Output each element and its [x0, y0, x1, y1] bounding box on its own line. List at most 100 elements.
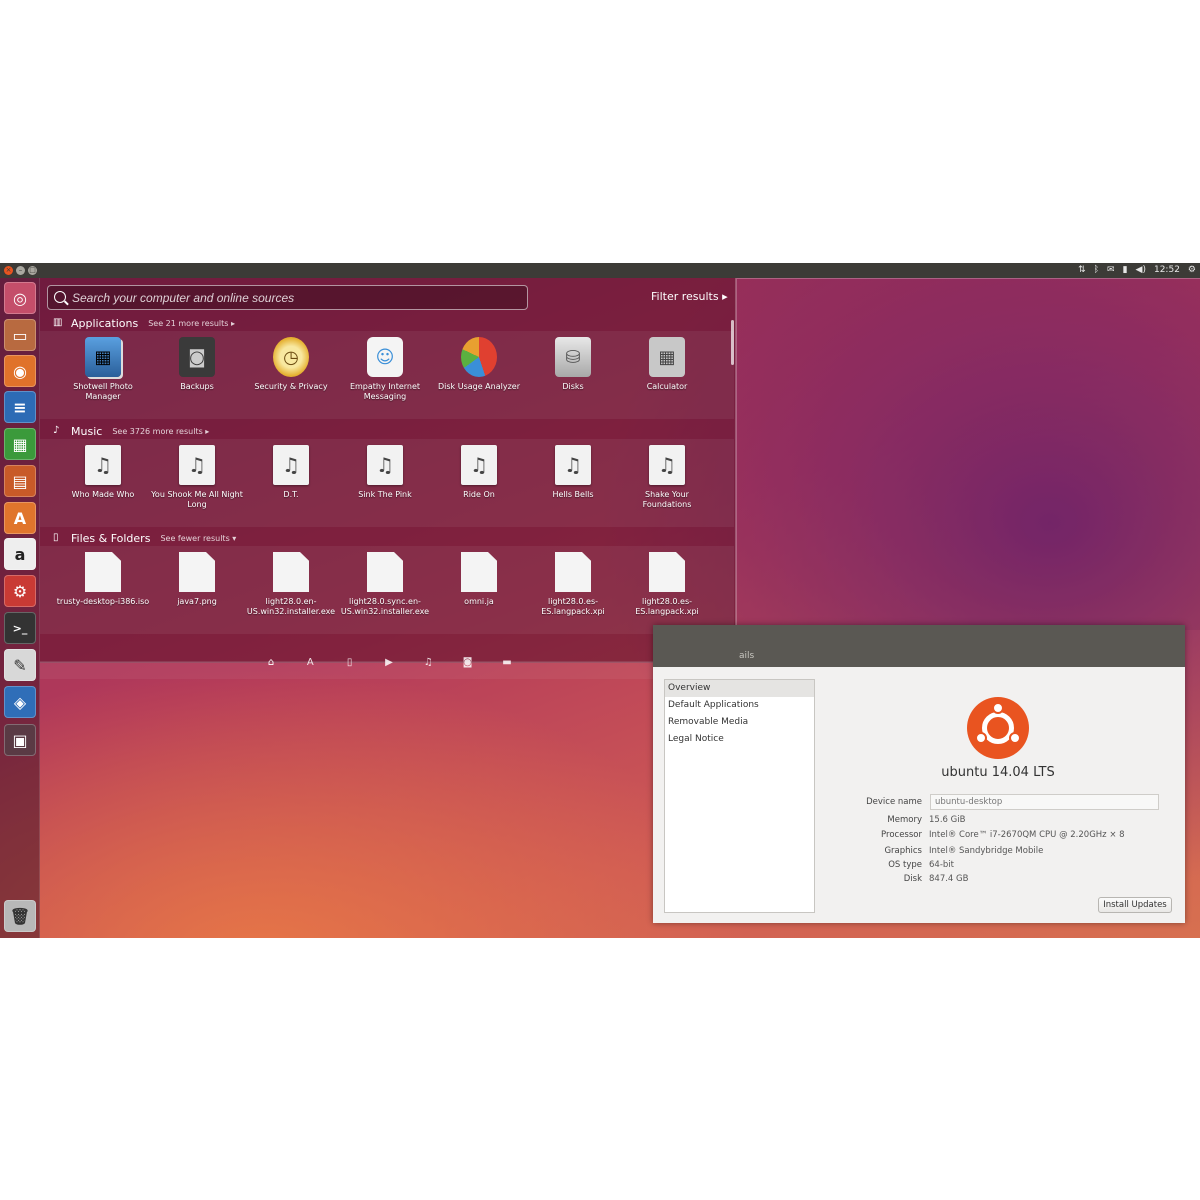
amazon-icon[interactable]: a	[4, 538, 36, 570]
system-settings-icon[interactable]: ⚙	[4, 575, 36, 607]
terminal-icon[interactable]: >_	[4, 612, 36, 644]
category-applications: ▥ Applications See 21 more results ▸ ▦ S…	[40, 315, 734, 419]
result-tile[interactable]: ♫ Shake Your Foundations	[620, 445, 714, 525]
trash-icon[interactable]: 🗑	[4, 900, 36, 932]
device-name-field[interactable]: ubuntu-desktop	[930, 794, 1159, 810]
maximize-icon[interactable]: □	[28, 266, 37, 275]
result-tile[interactable]: ♫ Who Made Who	[56, 445, 150, 525]
result-tile[interactable]: ☺ Empathy Internet Messaging	[338, 337, 432, 417]
device-name-label: Device name	[866, 797, 922, 807]
text-editor-icon[interactable]: ✎	[4, 649, 36, 681]
search-input[interactable]	[72, 290, 512, 306]
background-window	[736, 278, 1200, 630]
music-file-icon: ♫	[367, 445, 403, 485]
music-file-icon: ♫	[179, 445, 215, 485]
clock[interactable]: 12:52	[1154, 264, 1180, 277]
logo-dot	[975, 732, 987, 744]
sidebar-item-legal-notice[interactable]: Legal Notice	[665, 731, 814, 748]
result-tile[interactable]: Disk Usage Analyzer	[432, 337, 526, 417]
category-title: Files & Folders	[71, 531, 151, 545]
category-title: Applications	[71, 316, 139, 330]
top-panel: × – □ ⇅ ᛒ ✉ ▮ ◀) 12:52 ⚙	[0, 263, 1200, 278]
see-fewer-link[interactable]: See fewer results ▾	[160, 534, 236, 543]
result-tile[interactable]: light28.0.es-ES.langpack.xpi	[526, 552, 620, 632]
see-more-link[interactable]: See 3726 more results ▸	[112, 427, 209, 436]
chevron-right-icon: ▸	[722, 290, 728, 303]
minimize-icon[interactable]: –	[16, 266, 25, 275]
result-tile[interactable]: ▦ Shotwell Photo Manager	[56, 337, 150, 417]
home-lens-icon[interactable]: ⌂	[264, 656, 278, 670]
software-center-icon[interactable]: A	[4, 502, 36, 534]
tile-label: Shotwell Photo Manager	[73, 382, 133, 401]
window-title: ails	[739, 651, 755, 661]
see-more-link[interactable]: See 21 more results ▸	[148, 319, 235, 328]
logo-dot	[1009, 732, 1021, 744]
sidebar-item-default-applications[interactable]: Default Applications	[665, 697, 814, 714]
result-tile[interactable]: light28.0.en-US.win32.installer.exe	[244, 552, 338, 632]
network-icon[interactable]: ⇅	[1078, 264, 1086, 277]
filter-results-button[interactable]: Filter results ▸	[651, 290, 728, 303]
music-file-icon: ♫	[649, 445, 685, 485]
filter-results-label: Filter results	[651, 290, 719, 303]
file-icon	[367, 552, 403, 592]
gear-icon[interactable]: ⚙	[1188, 264, 1196, 277]
mail-icon[interactable]: ✉	[1107, 264, 1115, 277]
result-tile[interactable]: ◙ Backups	[150, 337, 244, 417]
result-tile[interactable]: ◷ Security & Privacy	[244, 337, 338, 417]
result-tile[interactable]: trusty-desktop-i386.iso	[56, 552, 150, 632]
tile-label: Shake Your Foundations	[642, 490, 692, 509]
result-tile[interactable]: ♫ Sink The Pink	[338, 445, 432, 525]
photos-lens-icon[interactable]: ◙	[461, 656, 475, 670]
bluetooth-icon[interactable]: ᛒ	[1094, 264, 1099, 277]
files-category-icon: ▯	[53, 532, 59, 543]
volume-icon[interactable]: ◀)	[1136, 264, 1146, 277]
result-tile[interactable]: ♫ Ride On	[432, 445, 526, 525]
writer-icon[interactable]: ≡	[4, 391, 36, 423]
dash-home-icon[interactable]: ◎	[4, 282, 36, 314]
impress-icon[interactable]: ▤	[4, 465, 36, 497]
desktop: × – □ ⇅ ᛒ ✉ ▮ ◀) 12:52 ⚙ ◎ ▭ ◉ ≡ ▦ ▤ A a…	[0, 263, 1200, 938]
workspace-switcher-icon[interactable]: ▣	[4, 724, 36, 756]
disks-icon: ⛁	[555, 337, 591, 377]
social-lens-icon[interactable]: ▬	[500, 656, 514, 670]
install-updates-button[interactable]: Install Updates	[1098, 897, 1172, 913]
firefox-icon[interactable]: ◉	[4, 355, 36, 387]
category-files: ▯ Files & Folders See fewer results ▾ tr…	[40, 530, 734, 634]
result-tile[interactable]: light28.0.sync.en-US.win32.installer.exe	[338, 552, 432, 632]
category-header: ▯ Files & Folders See fewer results ▾	[53, 530, 236, 546]
os-type-value: 64-bit	[929, 860, 954, 870]
details-sidebar: Overview Default Applications Removable …	[664, 679, 815, 913]
search-box[interactable]	[47, 285, 528, 310]
video-lens-icon[interactable]: ▶	[382, 656, 396, 670]
result-tile[interactable]: ♫ D.T.	[244, 445, 338, 525]
calc-icon[interactable]: ▦	[4, 428, 36, 460]
window-titlebar[interactable]: ails	[653, 625, 1185, 667]
tile-label: Sink The Pink	[358, 490, 412, 499]
result-tile[interactable]: ⛁ Disks	[526, 337, 620, 417]
result-tile[interactable]: light28.0.es-ES.langpack.xpi	[620, 552, 714, 632]
result-tile[interactable]: omni.ja	[432, 552, 526, 632]
music-file-icon: ♫	[461, 445, 497, 485]
tile-label: Who Made Who	[71, 490, 135, 499]
result-tile[interactable]: ♫ Hells Bells	[526, 445, 620, 525]
result-tile[interactable]: ▦ Calculator	[620, 337, 714, 417]
result-tile[interactable]: ♫ You Shook Me All Night Long	[150, 445, 244, 525]
result-tile[interactable]: java7.png	[150, 552, 244, 632]
disk-label: Disk	[903, 874, 922, 884]
close-icon[interactable]: ×	[4, 266, 13, 275]
files-lens-icon[interactable]: ▯	[343, 656, 357, 670]
see-fewer-label: See fewer results	[160, 533, 230, 543]
battery-icon[interactable]: ▮	[1123, 264, 1128, 277]
applications-lens-icon[interactable]: A	[303, 656, 317, 670]
music-category-icon: ♪	[53, 425, 60, 436]
music-lens-icon[interactable]: ♫	[421, 656, 435, 670]
sidebar-item-overview[interactable]: Overview	[665, 680, 814, 697]
files-icon[interactable]: ▭	[4, 319, 36, 351]
sidebar-item-removable-media[interactable]: Removable Media	[665, 714, 814, 731]
graphics-label: Graphics	[884, 846, 922, 856]
tile-label: Calculator	[646, 382, 688, 391]
virtualbox-icon[interactable]: ◈	[4, 686, 36, 718]
tile-label: trusty-desktop-i386.iso	[56, 597, 150, 606]
tile-label: Empathy Internet Messaging	[349, 382, 421, 401]
file-icon	[85, 552, 121, 592]
